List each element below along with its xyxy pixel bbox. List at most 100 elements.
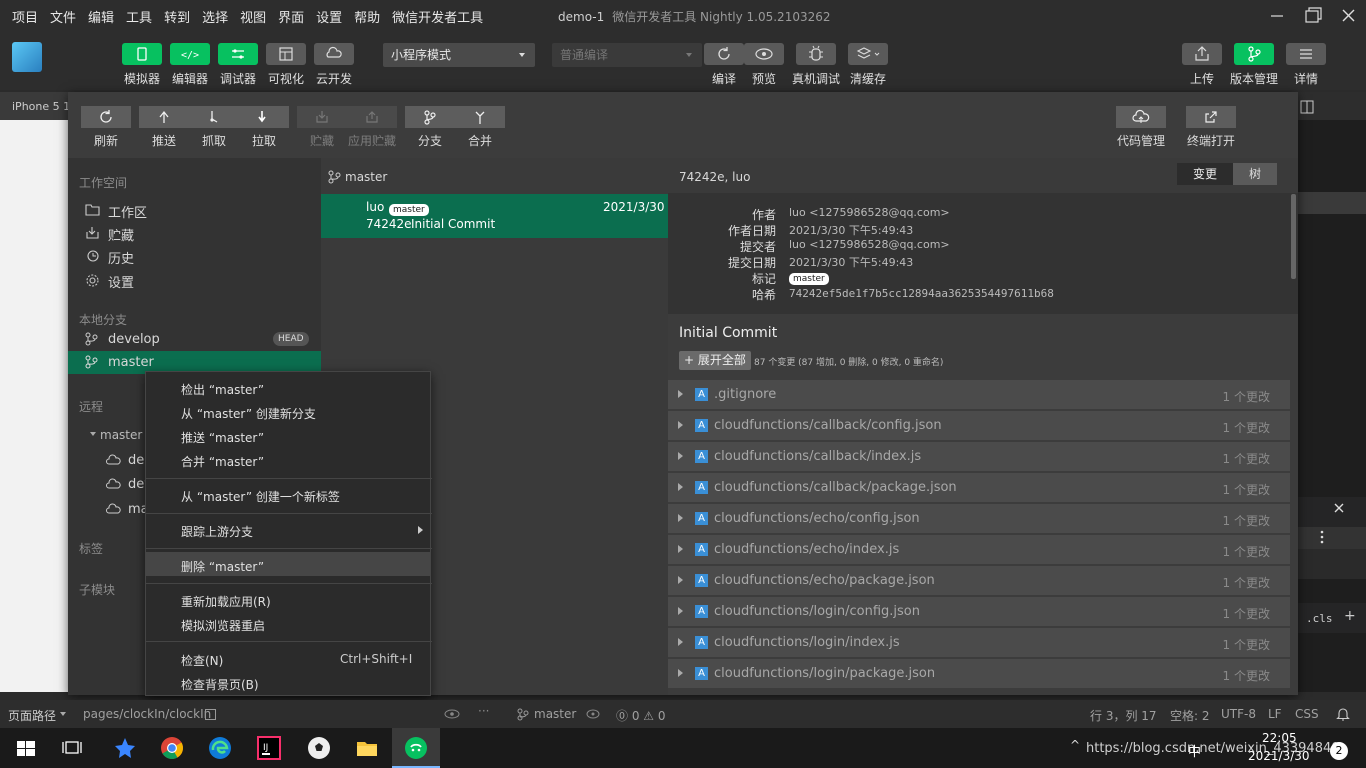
line-ending[interactable]: LF [1268,707,1282,721]
sidebar-item-stash[interactable]: 贮藏 [108,225,134,244]
sync-icon[interactable] [585,708,601,720]
simulator-button[interactable] [122,43,162,65]
cursor-position[interactable]: 行 3，列 17 [1090,707,1157,724]
details-button[interactable] [1286,43,1326,65]
menu-item-restart-browser[interactable]: 模拟浏览器重启 [181,617,265,634]
cls-toggle[interactable]: .cls [1306,612,1333,625]
problems-indicator[interactable]: ⓪ 0 ⚠ 0 [616,707,665,724]
branch-button[interactable] [405,106,455,128]
feishu-app-icon[interactable] [111,734,139,762]
compile-select[interactable]: 普通编译 [552,43,702,67]
language-mode[interactable]: CSS [1295,707,1319,721]
page-path-label[interactable]: 页面路径 [8,707,56,724]
windows-start-icon[interactable] [12,734,40,762]
cloud-dev-button[interactable] [314,43,354,65]
file-row[interactable]: Acloudfunctions/login/index.js 1 个更改 [668,628,1290,658]
menu-help[interactable]: 帮助 [354,7,380,26]
pull-button[interactable] [239,106,289,128]
minimize-button[interactable] [1266,6,1288,26]
menu-interface[interactable]: 界面 [278,7,304,26]
menu-item-inspect-background[interactable]: 检查背景页(B) [181,676,259,693]
copy-icon[interactable] [205,709,216,720]
fetch-button[interactable] [189,106,239,128]
menu-item-track-upstream[interactable]: 跟踪上游分支 [181,523,253,540]
encoding[interactable]: UTF-8 [1221,707,1256,721]
open-terminal-button[interactable] [1186,106,1236,128]
menu-tools[interactable]: 工具 [126,7,152,26]
file-row[interactable]: Acloudfunctions/callback/config.json 1 个更… [668,411,1290,441]
file-row[interactable]: Acloudfunctions/echo/config.json 1 个更改 [668,504,1290,534]
menu-item-push[interactable]: 推送 “master” [181,429,264,446]
intellij-icon[interactable]: IJ [255,734,283,762]
menu-item-reload[interactable]: 重新加载应用(R) [181,593,271,610]
visual-button[interactable] [266,43,306,65]
real-device-debug-button[interactable] [796,43,836,65]
file-row[interactable]: Acloudfunctions/callback/package.json 1 个… [668,473,1290,503]
caret-down-icon[interactable] [90,432,96,436]
status-branch[interactable]: master [534,707,576,721]
menu-project[interactable]: 项目 [12,7,38,26]
indentation[interactable]: 空格: 2 [1170,707,1210,724]
preview-button[interactable] [744,43,784,65]
upload-button[interactable] [1182,43,1222,65]
close-icon[interactable] [1332,501,1346,515]
menu-item-merge[interactable]: 合并 “master” [181,453,264,470]
edge-icon[interactable] [206,734,234,762]
eye-icon[interactable] [443,708,461,720]
version-control-button[interactable] [1234,43,1274,65]
clock-date[interactable]: 2021/3/30 [1248,749,1310,763]
expand-all-button[interactable]: + 展开全部 [679,351,751,370]
menu-item-create-branch[interactable]: 从 “master” 创建新分支 [181,405,316,422]
menu-file[interactable]: 文件 [50,7,76,26]
menu-goto[interactable]: 转到 [164,7,190,26]
menu-edit[interactable]: 编辑 [88,7,114,26]
menu-view[interactable]: 视图 [240,7,266,26]
menu-item-create-tag[interactable]: 从 “master” 创建一个新标签 [181,488,340,505]
sidebar-item-workspace[interactable]: 工作区 [108,202,147,221]
tab-tree[interactable]: 树 [1233,163,1277,185]
file-row[interactable]: Acloudfunctions/login/package.json 1 个更改 [668,659,1290,689]
mode-select[interactable]: 小程序模式 [383,43,535,67]
ime-indicator[interactable]: 中 [1188,741,1201,760]
chevron-up-icon[interactable]: ^ [1070,738,1080,752]
project-avatar[interactable] [12,42,42,72]
push-button[interactable] [139,106,189,128]
menu-settings[interactable]: 设置 [316,7,342,26]
task-view-icon[interactable] [58,734,86,762]
file-row[interactable]: A .gitignore 1 个更改 [668,380,1290,410]
branch-row-develop[interactable]: develop HEAD [68,328,321,350]
menu-wechat-devtools[interactable]: 微信开发者工具 [392,7,483,26]
refresh-button[interactable] [81,106,131,128]
chrome-icon[interactable] [158,734,186,762]
merge-button[interactable] [455,106,505,128]
notification-count[interactable]: 2 [1330,742,1348,760]
file-row[interactable]: Acloudfunctions/callback/index.js 1 个更改 [668,442,1290,472]
apply-stash-button[interactable] [347,106,397,128]
stash-button[interactable] [297,106,347,128]
clock-time[interactable]: 22:05 [1262,731,1297,745]
file-row[interactable]: Acloudfunctions/echo/package.json 1 个更改 [668,566,1290,596]
menu-select[interactable]: 选择 [202,7,228,26]
sidebar-item-settings[interactable]: 设置 [108,272,134,291]
wechat-devtools-icon[interactable] [402,734,430,762]
remote-item[interactable]: de [128,453,144,468]
file-row[interactable]: Acloudfunctions/echo/index.js 1 个更改 [668,535,1290,565]
file-row[interactable]: Acloudfunctions/login/config.json 1 个更改 [668,597,1290,627]
bell-icon[interactable] [1336,706,1350,722]
menu-item-delete[interactable]: 删除 “master” [181,558,264,575]
more-vertical-icon[interactable] [1320,530,1324,544]
more-icon[interactable]: ··· [478,704,489,718]
football-app-icon[interactable] [305,734,333,762]
compile-button[interactable] [704,43,744,65]
split-view-icon[interactable] [1300,100,1314,114]
maximize-button[interactable] [1302,6,1324,26]
sidebar-item-history[interactable]: 历史 [108,248,134,267]
close-window-button[interactable] [1338,6,1360,26]
menu-item-inspect[interactable]: 检查(N) [181,652,223,669]
menu-item-checkout[interactable]: 检出 “master” [181,381,264,398]
tab-changes[interactable]: 变更 [1177,163,1233,185]
plus-icon[interactable]: + [1344,608,1356,624]
clear-cache-button[interactable] [848,43,888,65]
scrollbar-thumb[interactable] [1291,194,1296,279]
code-management-button[interactable] [1116,106,1166,128]
